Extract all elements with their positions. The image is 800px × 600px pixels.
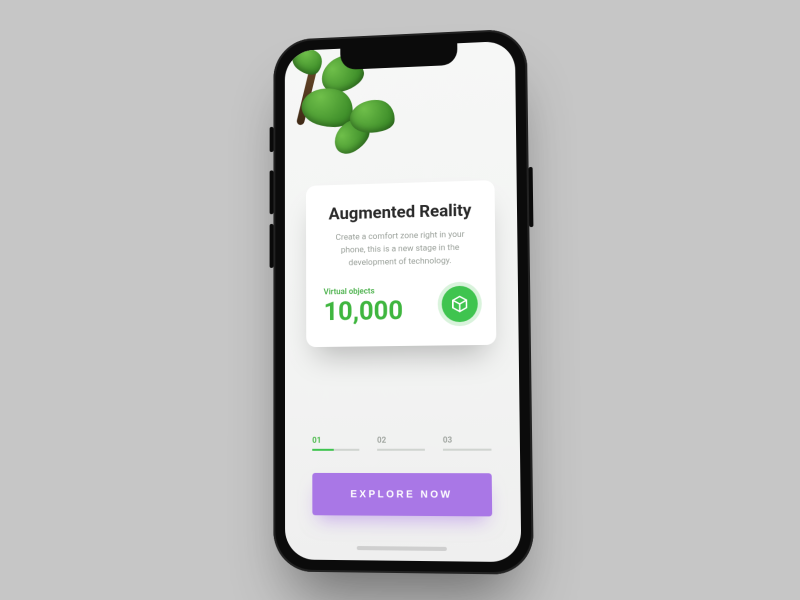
- stat-label: Virtual objects: [324, 286, 403, 296]
- phone-mute-switch: [270, 127, 274, 152]
- page-step-2[interactable]: 02: [377, 436, 425, 451]
- card-title: Augmented Reality: [323, 201, 477, 225]
- feature-card: Augmented Reality Create a comfort zone …: [306, 180, 496, 347]
- phone-volume-up: [270, 170, 274, 214]
- page-step-1[interactable]: 01: [312, 436, 359, 451]
- home-indicator: [357, 546, 447, 551]
- page-step-3-label: 03: [443, 435, 452, 444]
- stat-value: 10,000: [324, 298, 403, 325]
- page-step-1-label: 01: [312, 436, 321, 445]
- phone-side-button: [529, 167, 534, 227]
- card-description: Create a comfort zone right in your phon…: [323, 228, 477, 270]
- page-step-3[interactable]: 03: [443, 435, 492, 450]
- explore-now-button[interactable]: EXPLORE NOW: [312, 473, 492, 516]
- page-step-2-label: 02: [377, 436, 386, 445]
- phone-volume-down: [270, 224, 274, 268]
- phone-notch: [340, 43, 457, 70]
- cube-icon: [442, 286, 478, 323]
- page-indicator: 01 02 03: [312, 435, 491, 450]
- phone-mockup: Augmented Reality Create a comfort zone …: [273, 28, 534, 575]
- app-screen: Augmented Reality Create a comfort zone …: [285, 41, 522, 563]
